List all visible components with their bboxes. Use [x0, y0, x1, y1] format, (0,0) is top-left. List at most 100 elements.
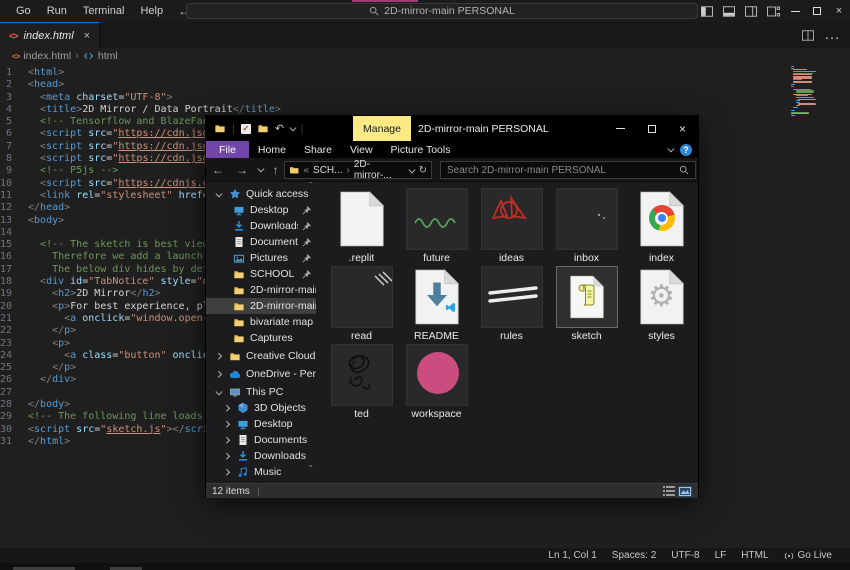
file-future[interactable]: future: [399, 188, 474, 266]
folder-icon: [289, 165, 299, 175]
address-bar[interactable]: « SCH... › 2D-mirror-... ↻: [284, 161, 432, 179]
maximize-icon[interactable]: [636, 116, 667, 141]
file-workspace[interactable]: workspace: [399, 344, 474, 422]
file-rules[interactable]: rules: [474, 266, 549, 344]
address-dropdown-icon[interactable]: [409, 166, 415, 172]
sidebar-item-captures[interactable]: Captures: [206, 330, 316, 346]
sidebar-item-2d-mirror-main[interactable]: 2D-mirror-main: [206, 298, 316, 314]
menu-terminal[interactable]: Terminal: [75, 5, 133, 17]
file-replit[interactable]: .replit: [324, 188, 399, 266]
chevron-right-icon[interactable]: [220, 406, 232, 411]
sidebar-item-3d-objects[interactable]: 3D Objects: [206, 400, 316, 416]
toggle-sidebar-icon[interactable]: [696, 0, 718, 22]
sidebar-item-creative-cloud-files[interactable]: Creative Cloud Files: [206, 348, 316, 364]
details-view-icon[interactable]: [663, 486, 675, 496]
customize-layout-icon[interactable]: [762, 0, 784, 22]
toggle-panel-icon[interactable]: [718, 0, 740, 22]
status-ln-1-col-1[interactable]: Ln 1, Col 1: [548, 550, 596, 561]
explorer-search-input[interactable]: Search 2D-mirror-main PERSONAL: [440, 161, 696, 179]
file-read[interactable]: read: [324, 266, 399, 344]
sidebar-item-2d-mirror-main[interactable]: 2D-mirror-main: [206, 282, 316, 298]
file-name: inbox: [574, 252, 599, 264]
manage-tab[interactable]: Manage: [353, 116, 411, 141]
file-inbox[interactable]: inbox: [549, 188, 624, 266]
ribbon-tab-file[interactable]: File: [206, 141, 249, 158]
chevron-down-icon[interactable]: [212, 390, 224, 395]
scroll-up-icon[interactable]: ⌃: [307, 182, 314, 189]
sidebar-item-quick-access[interactable]: Quick access: [206, 186, 316, 202]
tab-close-icon[interactable]: ×: [84, 30, 90, 42]
minimap[interactable]: [791, 66, 847, 116]
pin-icon: [302, 254, 311, 263]
sidebar-item-downloads[interactable]: Downloads: [206, 448, 316, 464]
sidebar-item-downloads[interactable]: Downloads: [206, 218, 316, 234]
crumb-overflow-icon[interactable]: «: [303, 165, 309, 176]
undo-icon[interactable]: ↶: [275, 122, 284, 135]
file-sketch[interactable]: sketch: [549, 266, 624, 344]
thumbnail-view-icon[interactable]: [678, 486, 692, 497]
maximize-icon[interactable]: [806, 0, 828, 22]
sidebar-item-music[interactable]: Music: [206, 464, 316, 480]
more-actions-icon[interactable]: …: [824, 26, 840, 44]
address-crumb[interactable]: SCH...: [313, 165, 342, 176]
menu-run[interactable]: Run: [39, 5, 75, 17]
close-icon[interactable]: ×: [828, 0, 850, 22]
forward-icon[interactable]: →: [230, 163, 254, 177]
chevron-down-icon[interactable]: [290, 125, 296, 131]
items-count: 12 items: [212, 486, 250, 497]
up-icon[interactable]: ↑: [267, 163, 285, 177]
ribbon-tab-share[interactable]: Share: [295, 141, 341, 158]
chevron-right-icon[interactable]: [212, 372, 224, 377]
menu-go[interactable]: Go: [8, 5, 39, 17]
close-icon[interactable]: ×: [667, 116, 698, 141]
refresh-icon[interactable]: ↻: [419, 165, 427, 176]
status-spaces[interactable]: Spaces: 2: [612, 550, 656, 561]
file-ted[interactable]: ted: [324, 344, 399, 422]
chevron-right-icon[interactable]: [212, 354, 224, 359]
chevron-right-icon[interactable]: [220, 438, 232, 443]
minimize-icon[interactable]: [605, 116, 636, 141]
chevron-right-icon[interactable]: [220, 422, 232, 427]
toggle-secondary-sidebar-icon[interactable]: [740, 0, 762, 22]
go-live-button[interactable]: Go Live: [784, 550, 832, 561]
address-crumb[interactable]: 2D-mirror-...: [354, 159, 405, 181]
help-icon[interactable]: ?: [680, 144, 692, 156]
sidebar-item-documents[interactable]: Documents: [206, 432, 316, 448]
minimize-icon[interactable]: [784, 0, 806, 22]
properties-check-icon[interactable]: ✓: [241, 124, 251, 134]
status-html[interactable]: HTML: [741, 550, 768, 561]
file-index[interactable]: index: [624, 188, 699, 266]
sidebar-item-school[interactable]: SCHOOL: [206, 266, 316, 282]
recent-locations-icon[interactable]: [258, 166, 264, 172]
file-ideas[interactable]: ideas: [474, 188, 549, 266]
ribbon-tab-picture-tools[interactable]: Picture Tools: [382, 141, 460, 158]
back-icon[interactable]: ←: [206, 163, 230, 177]
breadcrumb-file[interactable]: index.html: [23, 50, 71, 62]
command-center-search[interactable]: 2D-mirror-main PERSONAL: [186, 3, 698, 19]
chevron-right-icon[interactable]: [220, 470, 232, 475]
split-editor-icon[interactable]: [802, 30, 814, 41]
search-icon[interactable]: [679, 165, 689, 175]
menu-help[interactable]: Help: [132, 5, 171, 17]
sidebar-item-bivariate-map[interactable]: bivariate map: [206, 314, 316, 330]
chevron-right-icon[interactable]: [220, 454, 232, 459]
sidebar-item-desktop[interactable]: Desktop: [206, 202, 316, 218]
file-readme[interactable]: README: [399, 266, 474, 344]
sidebar-item-documents[interactable]: Documents: [206, 234, 316, 250]
sidebar-item-pictures[interactable]: Pictures: [206, 250, 316, 266]
collapse-ribbon-icon[interactable]: [667, 146, 673, 152]
breadcrumb-node[interactable]: html: [98, 50, 118, 62]
sidebar-item-onedrive-person[interactable]: OneDrive - Person: [206, 366, 316, 382]
status-utf-8[interactable]: UTF-8: [671, 550, 699, 561]
status-lf[interactable]: LF: [715, 550, 727, 561]
ribbon-tab-home[interactable]: Home: [249, 141, 295, 158]
folder-icon[interactable]: [214, 123, 226, 134]
sidebar-item-desktop[interactable]: Desktop: [206, 416, 316, 432]
ribbon-tab-view[interactable]: View: [341, 141, 382, 158]
file-styles[interactable]: ⚙styles: [624, 266, 699, 344]
sidebar-item-this-pc[interactable]: This PC: [206, 384, 316, 400]
folder-icon[interactable]: [257, 123, 269, 134]
tab-index-html[interactable]: <> index.html ×: [0, 22, 100, 48]
chevron-down-icon[interactable]: [212, 192, 224, 197]
scroll-down-icon[interactable]: ⌄: [307, 460, 314, 469]
